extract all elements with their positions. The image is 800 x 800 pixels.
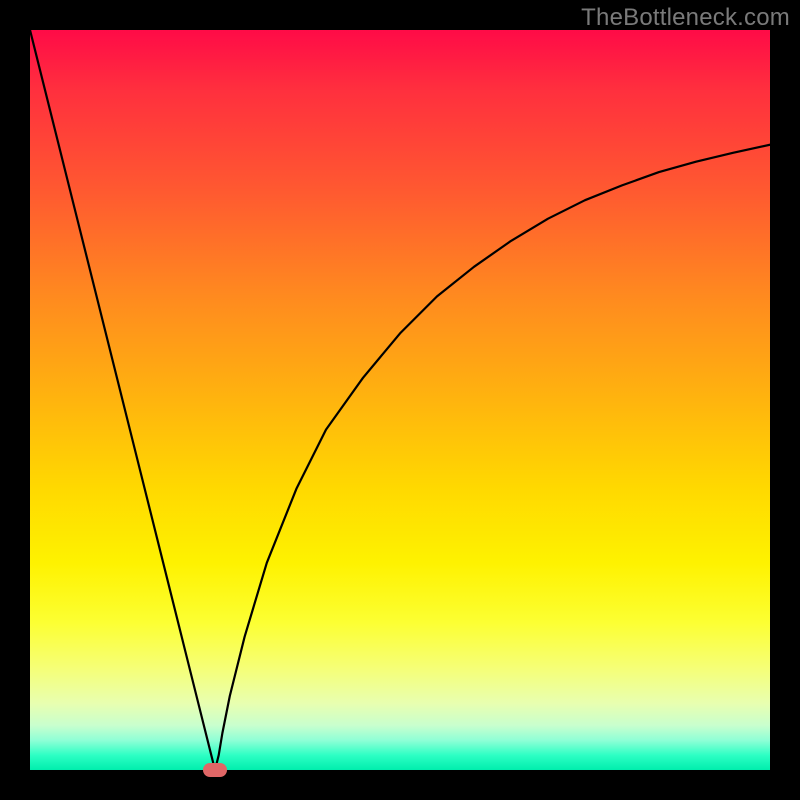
watermark-label: TheBottleneck.com — [581, 4, 790, 32]
minimum-marker — [203, 763, 227, 777]
chart-frame: TheBottleneck.com — [0, 0, 800, 800]
plot-area — [30, 30, 770, 770]
bottleneck-curve — [30, 30, 770, 770]
curve-svg — [30, 30, 770, 770]
